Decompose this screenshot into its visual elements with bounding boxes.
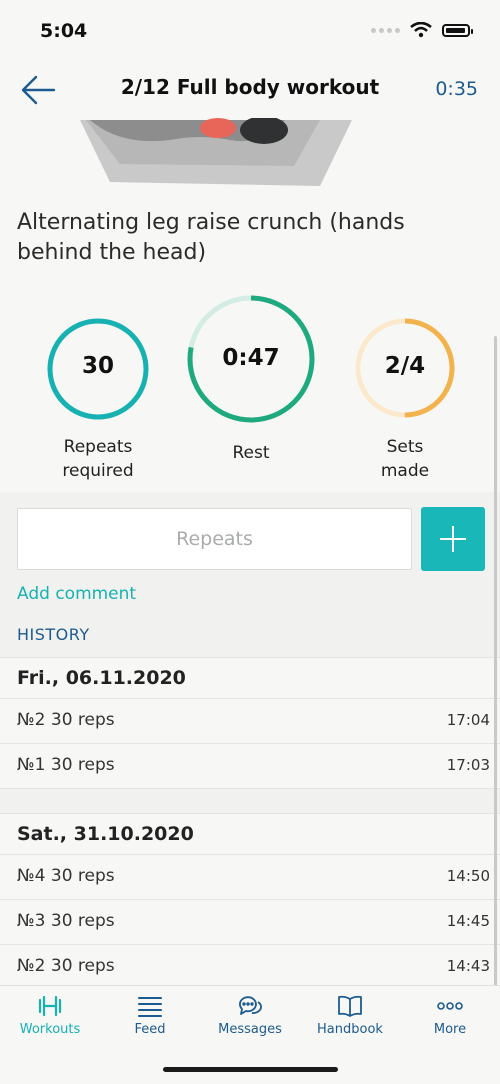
tab-label: Workouts [19,1022,81,1037]
history-day: Sat., 31.10.2020 №4 30 reps 14:50 №3 30 … [0,813,500,989]
page-title: 2/12 Full body workout [120,75,380,99]
history-row[interactable]: №2 30 reps 17:04 [0,698,500,743]
sets-label-line2: made [380,461,430,481]
book-icon [338,995,362,1017]
signal-icon [371,27,400,33]
tab-label: Feed [134,1022,166,1037]
repeats-label-line1: Repeats [63,437,133,457]
wifi-icon [410,22,432,38]
repeats-required-stat: 30 Repeats required [46,317,150,497]
tab-feed[interactable]: Feed [100,986,200,1046]
tab-messages[interactable]: Messages [200,986,300,1046]
set-label: №2 30 reps [17,710,115,730]
set-label: №3 30 reps [17,911,115,931]
set-label: №1 30 reps [17,755,115,775]
dumbbell-icon [38,995,62,1017]
repeats-label-line2: required [62,461,134,481]
set-time: 14:50 [446,867,490,885]
tab-handbook[interactable]: Handbook [300,986,400,1046]
history-list: Fri., 06.11.2020 №2 30 reps 17:04 №1 30 … [0,657,500,989]
list-icon [138,997,162,1017]
history-day: Fri., 06.11.2020 №2 30 reps 17:04 №1 30 … [0,657,500,788]
history-row[interactable]: №4 30 reps 14:50 [0,854,500,899]
battery-icon [442,23,473,37]
add-set-button[interactable] [421,507,485,571]
tab-label: Handbook [317,1022,383,1037]
rest-value: 0:47 [222,345,280,371]
history-row[interactable]: №2 30 reps 14:43 [0,944,500,989]
set-time: 17:04 [446,711,490,729]
status-time: 5:04 [40,20,88,42]
history-row[interactable]: №3 30 reps 14:45 [0,899,500,944]
tab-more[interactable]: More [400,986,500,1046]
workout-timer: 0:35 [435,78,478,100]
stats-circles: 30 Repeats required 0:47 Rest 2/4 Sets m… [0,290,500,490]
tab-label: More [433,1022,467,1037]
sets-made-stat: 2/4 Sets made [354,317,456,497]
tab-workouts[interactable]: Workouts [0,986,100,1046]
status-icons [371,22,473,38]
status-bar: 5:04 [0,0,500,60]
history-date: Fri., 06.11.2020 [0,657,500,698]
set-time: 14:43 [446,957,490,975]
history-date: Sat., 31.10.2020 [0,813,500,854]
sets-label-line1: Sets [386,437,424,457]
sets-label: Sets made [354,435,456,483]
set-time: 14:45 [446,912,490,930]
input-panel: Add comment HISTORY [0,492,500,657]
home-indicator [163,1067,338,1072]
scrollbar[interactable] [494,336,497,986]
more-dots-icon [437,1002,463,1010]
repeats-label: Repeats required [46,435,150,483]
set-label: №4 30 reps [17,866,115,886]
repeats-value: 30 [81,353,114,379]
chat-bubbles-icon [239,996,262,1015]
history-row[interactable]: №1 30 reps 17:03 [0,743,500,788]
nav-bar: 2/12 Full body workout 0:35 [0,60,500,118]
history-heading: HISTORY [17,625,90,644]
exercise-illustration [80,118,352,186]
repeats-input[interactable] [17,508,412,570]
sets-value: 2/4 [384,353,426,379]
set-time: 17:03 [446,756,490,774]
rest-label: Rest [232,443,270,463]
set-label: №2 30 reps [17,956,115,976]
exercise-title: Alternating leg raise crunch (hands behi… [17,210,405,265]
section-divider [0,788,500,813]
back-arrow-icon[interactable] [20,74,56,106]
tab-label: Messages [218,1022,282,1037]
rest-timer-stat: 0:47 Rest [186,294,316,474]
add-comment-link[interactable]: Add comment [17,584,136,604]
